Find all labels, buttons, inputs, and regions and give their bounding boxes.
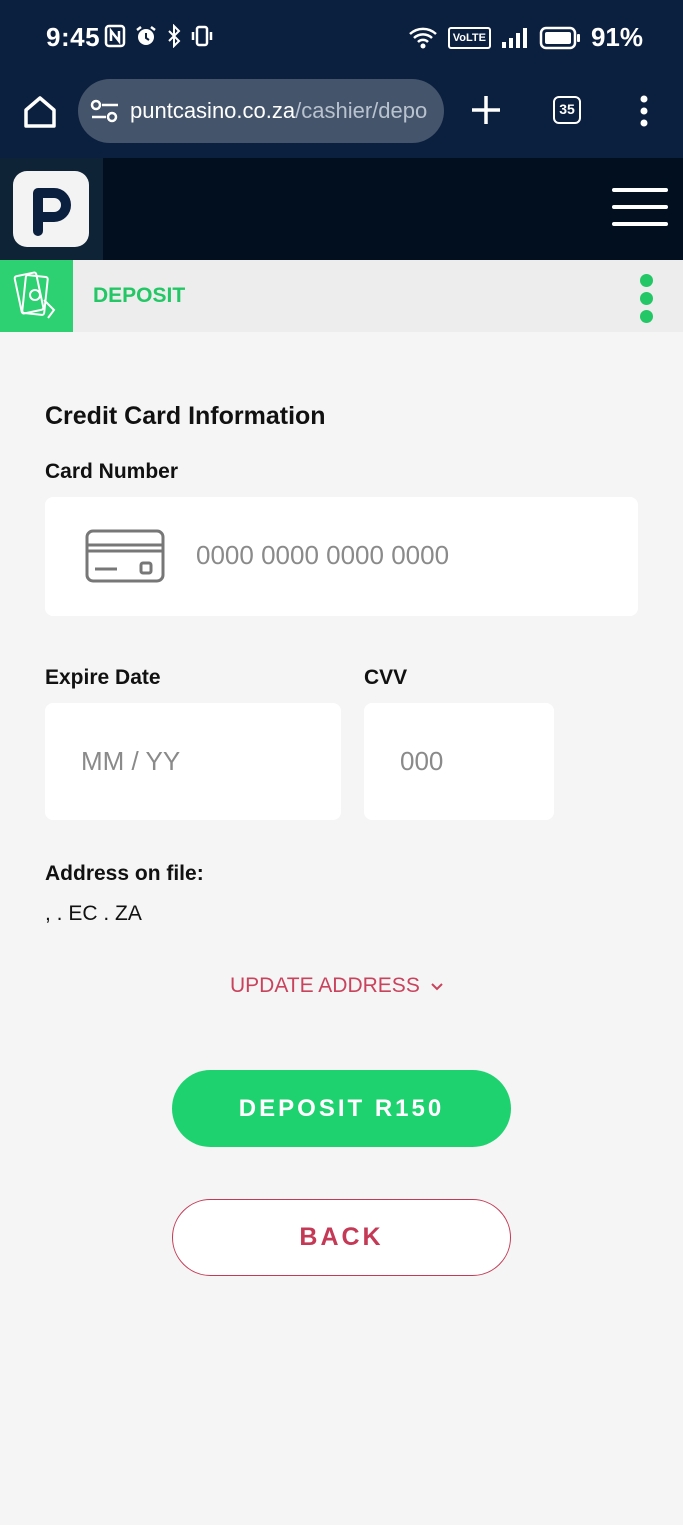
status-icons-left <box>104 24 214 48</box>
alarm-icon <box>136 26 156 45</box>
new-tab-icon[interactable] <box>468 92 504 128</box>
hamburger-menu-icon[interactable] <box>612 188 668 228</box>
expire-date-placeholder: MM / YY <box>81 746 181 776</box>
url-path: /cashier/depo <box>295 98 428 123</box>
battery-percent: 91% <box>590 22 643 52</box>
cvv-placeholder: 000 <box>400 746 444 776</box>
bluetooth-icon <box>168 24 181 48</box>
address-value: , . EC . ZA <box>45 902 142 925</box>
credit-card-icon <box>85 529 165 583</box>
deposit-button[interactable]: DEPOSIT R150 <box>172 1070 511 1147</box>
cvv-label: CVV <box>364 666 408 689</box>
update-address-link[interactable]: UPDATE ADDRESS <box>230 974 444 998</box>
card-number-placeholder: 0000 0000 0000 0000 <box>196 540 450 570</box>
wifi-icon <box>408 27 437 48</box>
site-header <box>0 158 683 260</box>
url-text: puntcasino.co.za/cashier/depo <box>130 98 427 124</box>
site-info-icon[interactable] <box>90 99 120 123</box>
url-domain: puntcasino.co.za <box>130 98 296 123</box>
expire-date-field[interactable]: MM / YY <box>45 703 341 820</box>
expire-date-label: Expire Date <box>45 666 161 689</box>
home-icon[interactable] <box>20 92 60 132</box>
browser-toolbar: puntcasino.co.za/cashier/depo 35 <box>0 78 683 158</box>
battery-icon <box>539 26 580 49</box>
update-address-label: UPDATE ADDRESS <box>230 974 420 997</box>
status-bar: 9:45 VoLTE 91% <box>0 0 683 78</box>
card-number-label: Card Number <box>45 460 179 483</box>
cash-icon <box>0 260 73 332</box>
address-label: Address on file: <box>45 862 204 885</box>
nfc-icon <box>104 24 126 48</box>
tab-switcher-icon[interactable]: 35 <box>553 96 581 124</box>
vibrate-icon <box>191 25 213 47</box>
status-icons-right: VoLTE 91% <box>408 22 643 53</box>
kebab-menu-icon[interactable] <box>640 274 656 323</box>
back-button[interactable]: BACK <box>172 1199 511 1276</box>
cvv-field[interactable]: 000 <box>364 703 554 820</box>
deposit-tab-title: DEPOSIT <box>93 284 186 307</box>
logo-icon[interactable] <box>13 171 89 247</box>
deposit-tab-bar: DEPOSIT <box>0 260 683 332</box>
overflow-menu-icon[interactable] <box>632 94 656 128</box>
signal-icon <box>501 27 527 48</box>
section-title: Credit Card Information <box>45 402 326 430</box>
address-bar[interactable]: puntcasino.co.za/cashier/depo <box>78 79 444 143</box>
card-number-field[interactable]: 0000 0000 0000 0000 <box>45 497 638 616</box>
volte-badge: VoLTE <box>447 26 491 49</box>
status-time: 9:45 <box>46 22 101 52</box>
chevron-down-icon <box>431 982 443 990</box>
